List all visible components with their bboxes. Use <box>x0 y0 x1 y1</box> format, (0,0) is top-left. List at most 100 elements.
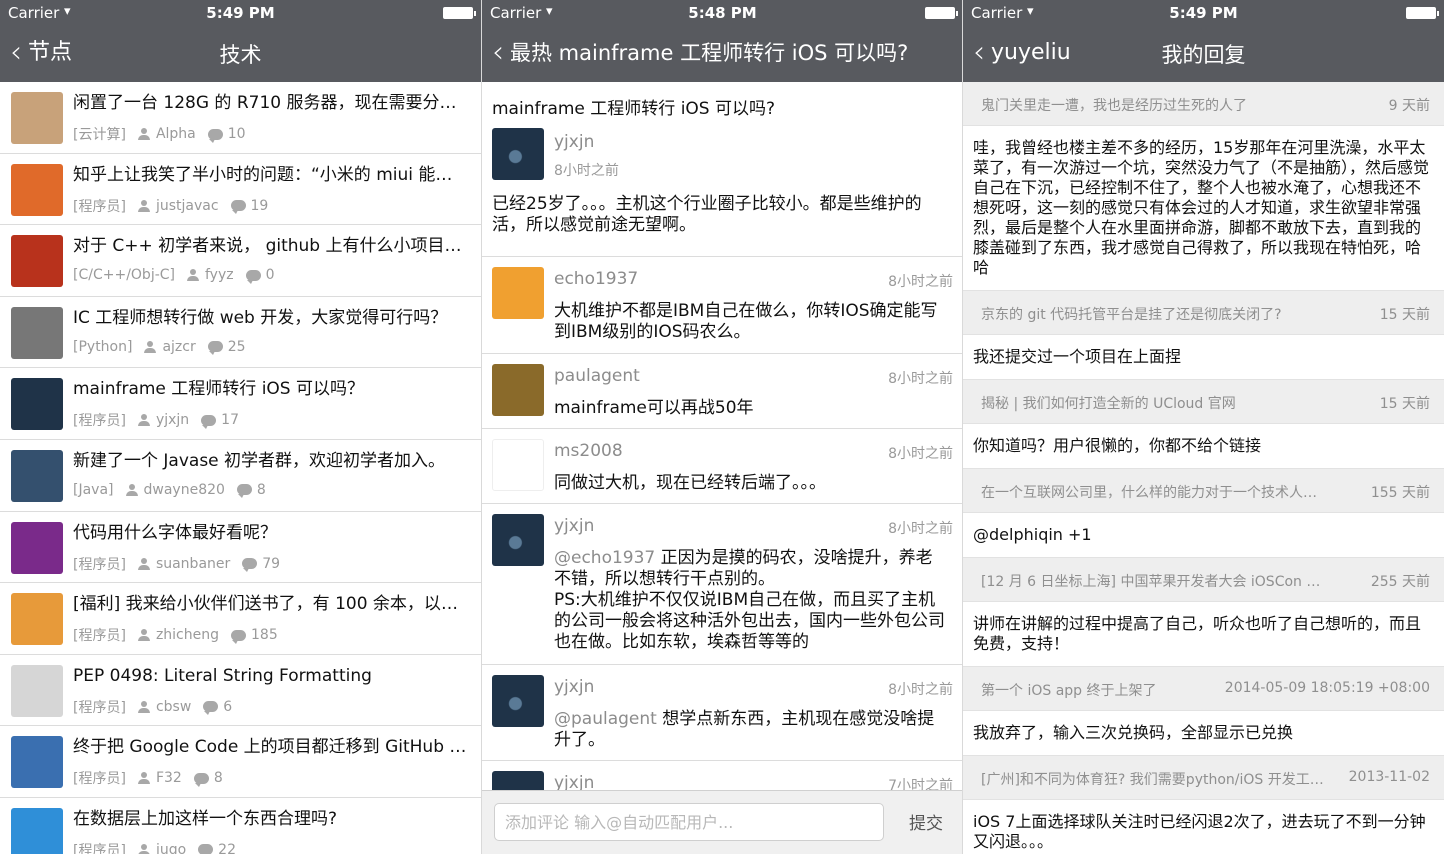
avatar[interactable] <box>492 439 544 491</box>
author-name[interactable]: ms2008 <box>554 441 623 461</box>
my-reply-item[interactable]: [12 月 6 日坐标上海] 中国苹果开发者大会 iOSCon 2014 255 … <box>963 558 1444 667</box>
topic-row[interactable]: 代码用什么字体最好看呢？ [程序员] suanbaner 79 <box>0 512 481 584</box>
my-reply-item[interactable]: 第一个 iOS app 终于上架了 2014-05-09 18:05:19 +08… <box>963 667 1444 756</box>
avatar[interactable] <box>492 267 544 319</box>
node-label[interactable]: [程序员] <box>73 196 126 216</box>
reply-body: 我还提交过一个项目在上面捏 <box>963 335 1444 380</box>
topic-row[interactable]: mainframe 工程师转行 iOS 可以吗？ [程序员] yjxjn 17 <box>0 368 481 440</box>
topic-row[interactable]: 新建了一个 Javase 初学者群，欢迎初学者加入。 [Java] dwayne82… <box>0 440 481 512</box>
topic-row[interactable]: 对于 C++ 初学者来说， github 上有什么小项目适合练手 [C/C++/O… <box>0 225 481 297</box>
comment-input[interactable] <box>494 803 884 841</box>
node-label[interactable]: [C/C++/Obj-C] <box>73 267 175 283</box>
topic-row[interactable]: 终于把 Google Code 上的项目都迁移到 GitHub 上了 [程序员] F… <box>0 726 481 798</box>
author-name[interactable]: fyyz <box>205 267 234 283</box>
avatar[interactable] <box>492 675 544 727</box>
reply-topic-header[interactable]: 京东的 git 代码托管平台是挂了还是彻底关闭了? 15 天前 <box>963 291 1444 335</box>
node-label[interactable]: [程序员] <box>73 840 126 854</box>
avatar[interactable] <box>11 378 63 431</box>
reply-topic-header[interactable]: 鬼门关里走一遭，我也是经历过生死的人了 9 天前 <box>963 82 1444 126</box>
my-reply-item[interactable]: [广州]和不同为体育狂? 我们需要python/iOS 开发工程师 2013-11… <box>963 756 1444 854</box>
topic-row[interactable]: [福利] 我来给小伙伴们送书了，有 100 余本，以技术类为主 [程序员] zhic… <box>0 583 481 655</box>
top-bar: Carrier ▾ 5:49 PM ‹ 节点 技术 <box>0 0 481 82</box>
back-button[interactable]: ‹ 最热 mainframe 工程师转行 iOS 可以吗? <box>492 38 908 68</box>
node-label[interactable]: [Java] <box>73 482 114 498</box>
topic-row[interactable]: 在数据层上加这样一个东西合理吗? [程序员] iugo 22 <box>0 798 481 854</box>
author-name[interactable]: iugo <box>156 842 186 854</box>
author-name[interactable]: echo1937 <box>554 269 638 289</box>
reply-count: 6 <box>223 698 233 715</box>
author-name[interactable]: yjxjn <box>554 516 594 536</box>
topic-row[interactable]: IC 工程师想转行做 web 开发，大家觉得可行吗？ [Python] ajzcr 2… <box>0 297 481 369</box>
reply-topic-header[interactable]: [12 月 6 日坐标上海] 中国苹果开发者大会 iOSCon 2014 255 … <box>963 558 1444 602</box>
avatar[interactable] <box>11 235 63 288</box>
my-reply-item[interactable]: 揭秘 | 我们如何打造全新的 UCloud 官网 15 天前 你知道吗？用户很懒的，… <box>963 380 1444 469</box>
author-name[interactable]: yjxjn <box>156 412 189 428</box>
reply-topic-header[interactable]: 揭秘 | 我们如何打造全新的 UCloud 官网 15 天前 <box>963 380 1444 424</box>
screen-my-replies: Carrier ▾ 5:49 PM ‹ yuyeliu 我的回复 鬼门关里走一遭… <box>963 0 1444 854</box>
reply-topic-title[interactable]: 京东的 git 代码托管平台是挂了还是彻底关闭了? <box>981 304 1324 324</box>
author-name[interactable]: F32 <box>156 770 182 786</box>
avatar[interactable] <box>11 664 63 717</box>
reply-item: ms2008 8小时之前 同做过大机，现在已经转后端了。。。 <box>482 429 963 504</box>
reply-topic-header[interactable]: 在一个互联网公司里，什么样的能力对于一个技术人员最重要 155 天前 <box>963 469 1444 513</box>
node-label[interactable]: [云计算] <box>73 124 126 144</box>
author-name[interactable]: justjavac <box>156 198 219 214</box>
avatar[interactable] <box>11 449 63 502</box>
avatar[interactable] <box>11 521 63 574</box>
reply-topic-title[interactable]: 揭秘 | 我们如何打造全新的 UCloud 官网 <box>981 393 1324 413</box>
submit-button[interactable]: 提交 <box>909 809 943 834</box>
node-label[interactable]: [程序员] <box>73 554 126 574</box>
avatar[interactable] <box>492 771 544 790</box>
reply-topic-title[interactable]: [广州]和不同为体育狂? 我们需要python/iOS 开发工程师 <box>981 769 1324 789</box>
topic-row[interactable]: 闲置了一台 128G 的 R710 服务器，现在需要分享出去 [云计算] Alpha… <box>0 82 481 154</box>
reply-count: 0 <box>265 267 275 284</box>
author-name[interactable]: ajzcr <box>162 339 195 355</box>
reply-topic-title[interactable]: 鬼门关里走一遭，我也是经历过生死的人了 <box>981 95 1324 115</box>
status-bar: Carrier ▾ 5:48 PM <box>482 0 963 26</box>
topic-row[interactable]: PEP 0498: Literal String Formatting [程序员]… <box>0 655 481 727</box>
avatar[interactable] <box>492 364 544 416</box>
my-reply-item[interactable]: 在一个互联网公司里，什么样的能力对于一个技术人员最重要 155 天前 @delphi… <box>963 469 1444 558</box>
my-reply-item[interactable]: 京东的 git 代码托管平台是挂了还是彻底关闭了? 15 天前 我还提交过一个项目在… <box>963 291 1444 380</box>
author-name[interactable]: paulagent <box>554 366 640 386</box>
mention-link[interactable]: @echo1937 <box>554 548 655 568</box>
my-reply-item[interactable]: 鬼门关里走一遭，我也是经历过生死的人了 9 天前 哇，我曾经也楼主差不多的经历，15… <box>963 82 1444 291</box>
author-name[interactable]: Alpha <box>156 126 196 142</box>
reply-body: 你知道吗？用户很懒的，你都不给个链接 <box>963 424 1444 469</box>
comment-bubble-icon <box>207 341 223 356</box>
avatar[interactable] <box>492 514 544 566</box>
node-label[interactable]: [程序员] <box>73 768 126 788</box>
topic-title: 代码用什么字体最好看呢？ <box>73 522 277 543</box>
navigation-bar: ‹ 最热 mainframe 工程师转行 iOS 可以吗? <box>482 26 963 82</box>
avatar[interactable] <box>11 593 63 646</box>
comment-bubble-icon <box>245 269 261 284</box>
node-label[interactable]: [程序员] <box>73 410 126 430</box>
node-label[interactable]: [程序员] <box>73 697 126 717</box>
avatar[interactable] <box>492 128 544 180</box>
author-name[interactable]: suanbaner <box>156 556 230 572</box>
author-name[interactable]: yjxjn <box>554 677 594 697</box>
reply-topic-header[interactable]: [广州]和不同为体育狂? 我们需要python/iOS 开发工程师 2013-11… <box>963 756 1444 800</box>
node-label[interactable]: [Python] <box>73 339 132 355</box>
author-name[interactable]: zhicheng <box>156 627 219 643</box>
author-name[interactable]: dwayne820 <box>144 482 225 498</box>
avatar[interactable] <box>11 736 63 789</box>
mention-link[interactable]: @paulagent <box>554 709 657 729</box>
topic-row[interactable]: 知乎上让我笑了半小时的问题：“小米的 miui 能不能改名” [程序员] justj… <box>0 154 481 226</box>
reply-item: paulagent 8小时之前 mainframe可以再战50年 <box>482 354 963 429</box>
avatar[interactable] <box>11 92 63 144</box>
status-time: 5:48 PM <box>688 4 757 22</box>
node-label[interactable]: [程序员] <box>73 625 126 645</box>
navigation-bar: ‹ yuyeliu 我的回复 <box>963 26 1444 82</box>
top-bar: Carrier ▾ 5:49 PM ‹ yuyeliu 我的回复 <box>963 0 1444 82</box>
reply-time: 255 天前 <box>1370 574 1430 590</box>
author-name[interactable]: yjxjn <box>554 773 594 790</box>
reply-topic-title[interactable]: 在一个互联网公司里，什么样的能力对于一个技术人员最重要 <box>981 482 1324 502</box>
author-name[interactable]: yjxjn <box>554 132 594 152</box>
author-name[interactable]: cbsw <box>156 699 191 715</box>
reply-topic-header[interactable]: 第一个 iOS app 终于上架了 2014-05-09 18:05:19 +08… <box>963 667 1444 711</box>
reply-topic-title[interactable]: [12 月 6 日坐标上海] 中国苹果开发者大会 iOSCon 2014 <box>981 571 1324 591</box>
avatar[interactable] <box>11 807 63 854</box>
avatar[interactable] <box>11 163 63 216</box>
avatar[interactable] <box>11 306 63 359</box>
